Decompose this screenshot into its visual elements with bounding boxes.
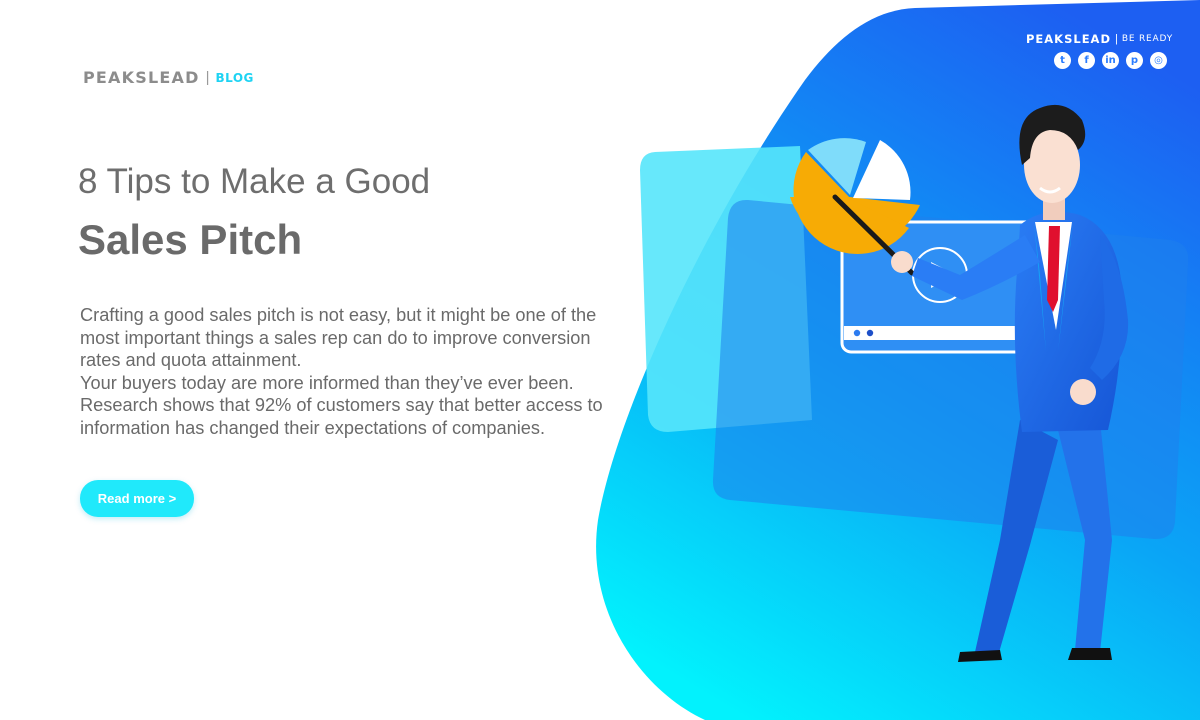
brand-name: PEAKSLEAD <box>83 68 200 87</box>
brand-top-name: PEAKSLEAD <box>1026 32 1112 46</box>
read-more-button[interactable]: Read more > <box>80 480 194 517</box>
excerpt-paragraph-1: Crafting a good sales pitch is not easy,… <box>80 305 597 371</box>
facebook-icon[interactable]: f <box>1078 52 1095 69</box>
instagram-glyph: ◎ <box>1154 54 1163 66</box>
pinterest-icon[interactable]: p <box>1126 52 1143 69</box>
brand-top-separator: | <box>1115 33 1118 45</box>
excerpt-paragraph-2: Your buyers today are more informed than… <box>80 372 603 438</box>
brand-logo[interactable]: PEAKSLEAD | BLOG <box>83 68 254 87</box>
article-excerpt: Crafting a good sales pitch is not easy,… <box>80 304 605 440</box>
brand-logo-top[interactable]: PEAKSLEAD | BE READY <box>1026 32 1173 46</box>
brand-section: BLOG <box>215 70 254 85</box>
linkedin-glyph: in <box>1105 54 1116 66</box>
article-title-line1: 8 Tips to Make a Good <box>78 162 431 201</box>
article-title-line2: Sales Pitch <box>78 216 303 263</box>
social-links: t f in p ◎ <box>1054 52 1167 69</box>
linkedin-icon[interactable]: in <box>1102 52 1119 69</box>
facebook-glyph: f <box>1084 54 1089 66</box>
instagram-icon[interactable]: ◎ <box>1150 52 1167 69</box>
twitter-glyph: t <box>1060 54 1065 66</box>
twitter-icon[interactable]: t <box>1054 52 1071 69</box>
brand-top-tagline: BE READY <box>1121 34 1174 44</box>
brand-separator: | <box>205 69 210 86</box>
pinterest-glyph: p <box>1130 54 1139 66</box>
